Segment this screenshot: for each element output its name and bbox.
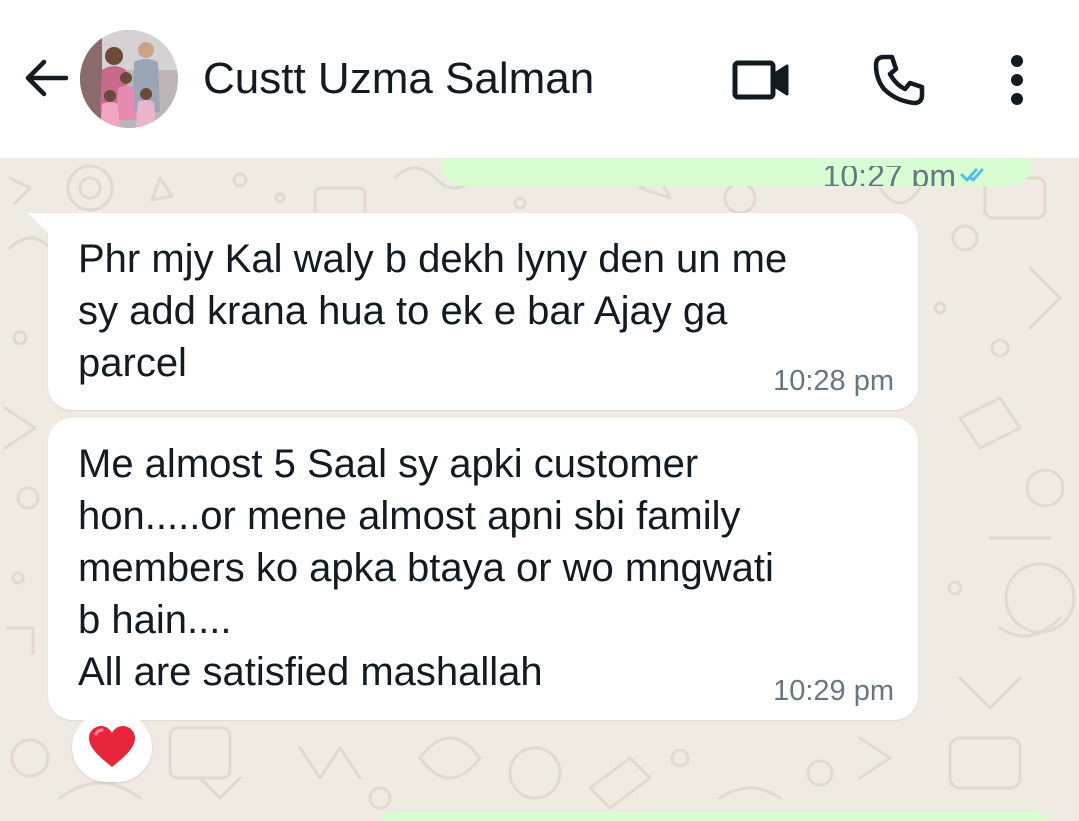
arrow-left-icon bbox=[25, 59, 69, 97]
phone-icon bbox=[873, 54, 925, 106]
incoming-message-bubble[interactable]: Me almost 5 Saal sy apki customer hon...… bbox=[48, 418, 918, 720]
more-options-button[interactable] bbox=[995, 50, 1039, 110]
outgoing-message-bubble[interactable] bbox=[375, 812, 1055, 821]
message-time: 10:27 pm bbox=[822, 166, 956, 186]
voice-call-button[interactable] bbox=[866, 48, 932, 112]
contact-name[interactable]: Custt Uzma Salman bbox=[203, 50, 594, 108]
back-button[interactable] bbox=[18, 50, 74, 106]
message-time: 10:29 pm bbox=[773, 675, 894, 707]
chat-header: Custt Uzma Salman bbox=[0, 0, 1079, 158]
avatar[interactable] bbox=[80, 30, 178, 128]
heart-icon bbox=[89, 726, 135, 767]
video-camera-icon bbox=[732, 60, 789, 100]
message-reaction[interactable] bbox=[72, 712, 152, 782]
incoming-message-bubble[interactable]: Phr mjy Kal waly b dekh lyny den un me s… bbox=[48, 213, 918, 410]
chat-screen: Custt Uzma Salman 10:27 pm Phr mjy Kal w… bbox=[0, 0, 1079, 821]
avatar-photo bbox=[80, 30, 178, 128]
more-vertical-icon bbox=[1011, 55, 1023, 105]
video-call-button[interactable] bbox=[726, 50, 798, 110]
message-text: Me almost 5 Saal sy apki customer hon...… bbox=[78, 442, 774, 694]
read-ticks-icon bbox=[960, 168, 984, 182]
message-time: 10:28 pm bbox=[773, 365, 894, 397]
